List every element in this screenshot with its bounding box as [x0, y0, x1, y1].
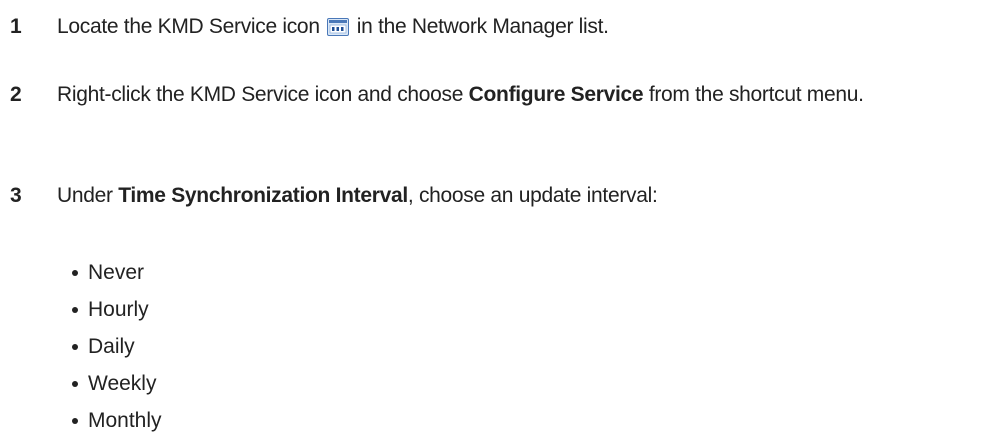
menu-command-name: Configure Service — [468, 83, 644, 106]
instruction-page: 1 Locate the KMD Service icon in the Net… — [0, 0, 985, 448]
list-item: Monthly — [72, 402, 162, 439]
kmd-service-icon — [327, 18, 350, 36]
interval-option: Weekly — [88, 372, 157, 395]
list-item: Never — [72, 254, 162, 291]
step-text-after: in the Network Manager list. — [356, 15, 609, 38]
bullet-icon — [72, 270, 78, 276]
step-text-before: Right-click the KMD Service icon and cho… — [57, 83, 469, 106]
step-text: Right-click the KMD Service icon and cho… — [57, 79, 975, 111]
step-text-before: Locate the KMD Service icon — [57, 15, 320, 38]
list-item: Weekly — [72, 365, 162, 402]
step-text-after: , choose an update interval: — [407, 184, 658, 207]
bullet-icon — [72, 344, 78, 350]
interval-option: Hourly — [88, 298, 149, 321]
step-number: 1 — [10, 15, 22, 38]
bullet-icon — [72, 381, 78, 387]
interval-option: Daily — [88, 335, 135, 358]
interval-options-list: Never Hourly Daily Weekly Monthly — [72, 254, 162, 439]
step-number: 2 — [10, 83, 22, 106]
bullet-icon — [72, 307, 78, 313]
list-item: Daily — [72, 328, 162, 365]
bullet-icon — [72, 418, 78, 424]
step-text-before: Under — [57, 184, 119, 207]
step-text: Under Time Synchronization Interval, cho… — [57, 180, 975, 212]
step-text-after: from the shortcut menu. — [643, 83, 864, 106]
list-item: Hourly — [72, 291, 162, 328]
step-number: 3 — [10, 184, 22, 207]
setting-section-name: Time Synchronization Interval — [118, 184, 408, 207]
interval-option: Never — [88, 261, 145, 284]
interval-option: Monthly — [88, 409, 162, 432]
step-text: Locate the KMD Service icon in the Netwo… — [57, 11, 975, 43]
